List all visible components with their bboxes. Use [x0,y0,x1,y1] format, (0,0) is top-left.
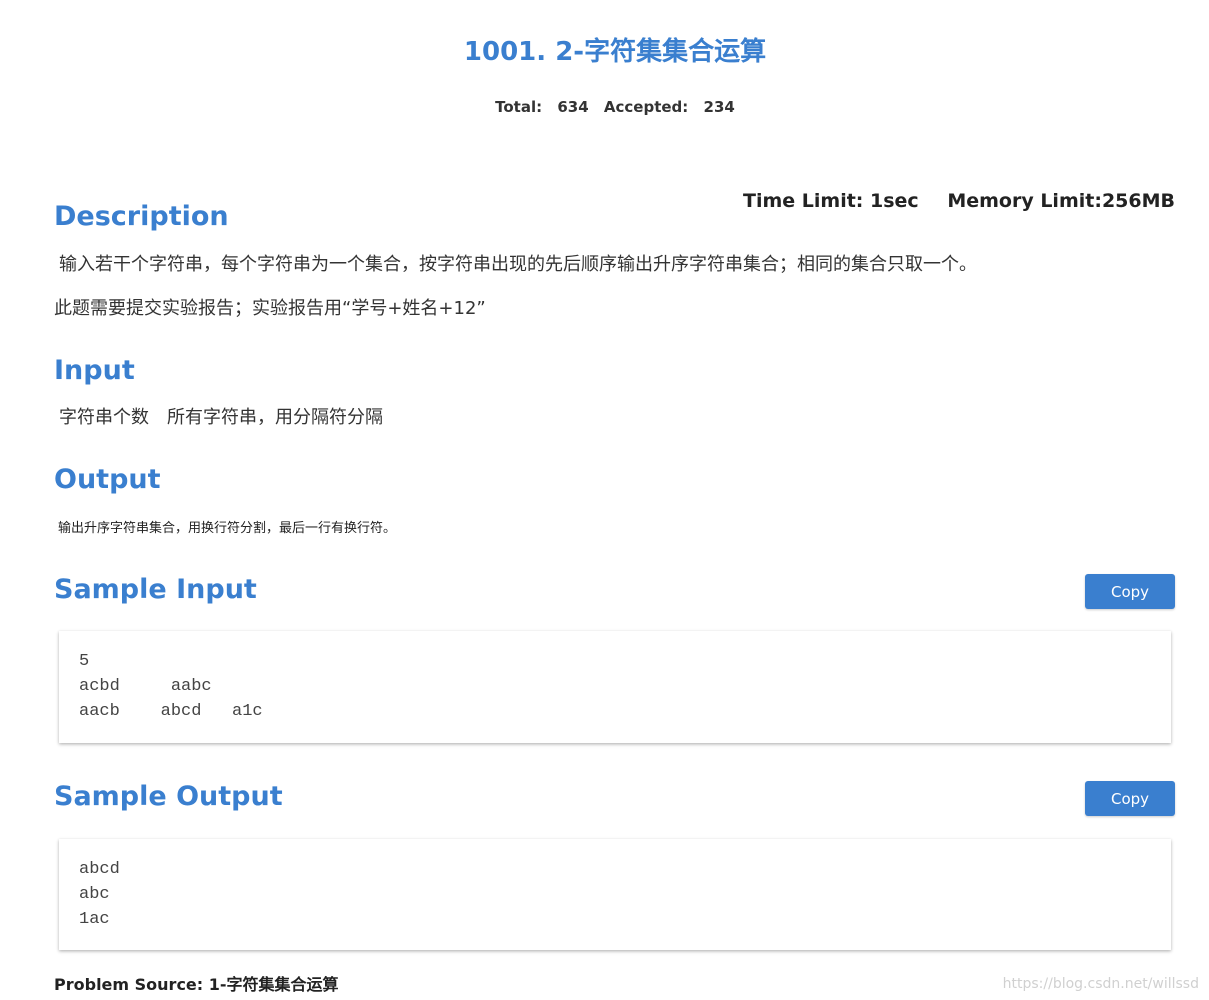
accepted-label: Accepted: [603,98,689,116]
time-limit: Time Limit: 1sec [743,190,919,212]
copy-sample-output-button[interactable]: Copy [1085,781,1175,816]
input-description: 字符串个数 所有字符串，用分隔符分隔 [59,407,383,428]
sample-input-heading: Sample Input [54,574,257,605]
copy-sample-input-button[interactable]: Copy [1085,574,1175,609]
watermark: https://blog.csdn.net/willssd [1002,976,1199,992]
accepted-value: 234 [703,98,735,116]
problem-source: Problem Source: 1-字符集集合运算 [54,975,339,994]
sample-output-heading: Sample Output [54,781,283,812]
output-heading: Output [54,464,161,495]
sample-input-box: 5 acbd aabc aacb abcd a1c [59,631,1171,743]
output-description: 输出升序字符串集合，用换行符分割，最后一行有换行符。 [58,521,397,536]
description-heading: Description [54,201,229,232]
total-label: Total: [495,98,543,116]
input-heading: Input [54,355,135,386]
problem-title: 1001. 2-字符集集合运算 [463,37,767,67]
description-line-2: 此题需要提交实验报告；实验报告用“学号+姓名+12” [54,298,486,319]
sample-output-code: abcd abc 1ac [79,860,120,929]
memory-limit: Memory Limit:256MB [947,190,1175,212]
description-line-1: 输入若干个字符串，每个字符串为一个集合，按字符串出现的先后顺序输出升序字符串集合… [59,254,977,275]
total-value: 634 [557,98,589,116]
problem-limits: Time Limit: 1sec Memory Limit:256MB [743,187,1175,215]
submission-stats: Total: 634 Accepted: 234 [0,96,1209,118]
sample-output-box: abcd abc 1ac [59,839,1171,950]
sample-input-code: 5 acbd aabc aacb abcd a1c [79,652,263,721]
